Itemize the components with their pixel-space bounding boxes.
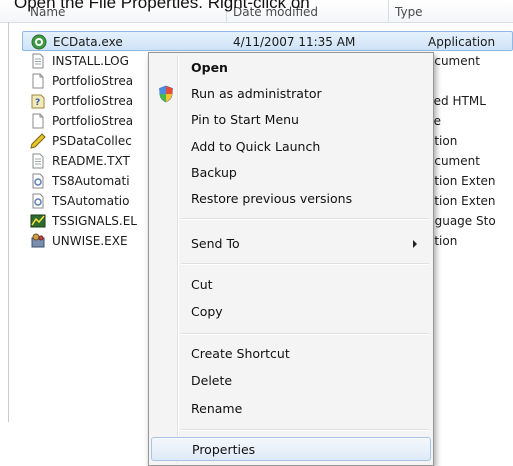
menu-item-pin-to-start-menu[interactable]: Pin to Start Menu [151,108,431,132]
menu-item-backup[interactable]: Backup [151,161,431,185]
app-gear-icon [31,34,47,50]
uac-shield-icon [159,85,173,103]
menu-item-label: Open [191,60,228,75]
blank-file-icon [30,73,46,89]
file-name: TS8Automati [52,174,130,188]
file-type: ocument [427,54,480,68]
menu-item-label: Create Shortcut [191,346,290,361]
menu-item-add-to-quick-launch[interactable]: Add to Quick Launch [151,135,431,159]
file-type: ation Exten [427,174,496,188]
file-date-modified: 4/11/2007 11:35 AM [233,35,356,49]
file-type: ile [427,114,442,128]
menu-item-label: Send To [191,236,240,251]
blank-file-icon [30,113,46,129]
menu-item-open[interactable]: Open [151,56,431,80]
menu-item-label: Copy [191,304,223,319]
svg-text:?: ? [35,98,40,108]
file-type: Application [428,35,496,49]
file-name: UNWISE.EXE [52,234,128,248]
menu-item-properties[interactable]: Properties [151,437,431,461]
menu-item-create-shortcut[interactable]: Create Shortcut [151,342,431,366]
file-type: ation [427,234,458,248]
menu-item-send-to[interactable]: Send To [151,232,431,256]
menu-item-delete[interactable]: Delete [151,369,431,393]
file-name: PortfolioStrea [52,74,134,88]
chart-file-icon [30,213,46,229]
submenu-arrow-icon [413,240,417,248]
menu-item-cut[interactable]: Cut [151,273,431,297]
menu-item-label: Delete [191,373,233,388]
file-type: nguage Sto [427,214,496,228]
help-file-icon: ? [30,93,46,109]
menu-item-label: Backup [191,165,237,180]
menu-item-run-as-administrator[interactable]: Run as administrator [151,82,431,106]
menu-separator [181,218,429,220]
instruction-caption: Open the File Properties. Right-click on [14,0,310,12]
file-name: PortfolioStrea [52,94,134,108]
menu-item-label: Rename [191,401,243,416]
tree-pane-border [8,22,9,422]
menu-item-label: Restore previous versions [191,191,353,206]
menu-item-label: Pin to Start Menu [191,112,299,127]
menu-separator [181,263,429,265]
dll-file-icon [30,193,46,209]
file-type: ation [427,134,458,148]
file-type: iled HTML [427,94,486,108]
context-menu: Open Run as administrator Pin to Start M… [148,52,434,466]
file-row[interactable]: ECData.exe 4/11/2007 11:35 AM Application [22,31,513,51]
menu-item-copy[interactable]: Copy [151,300,431,324]
menu-separator [181,333,429,335]
file-name: TSAutomatio [52,194,130,208]
file-name: PSDataCollec [52,134,132,148]
menu-item-rename[interactable]: Rename [151,397,431,421]
file-name: README.TXT [52,154,130,168]
menu-item-label: Properties [192,442,256,457]
file-type: ocument [427,154,480,168]
text-file-icon [30,53,46,69]
file-name: ECData.exe [53,35,123,49]
file-name: PortfolioStrea [52,114,134,128]
menu-item-label: Cut [191,277,213,292]
menu-item-restore-previous-versions[interactable]: Restore previous versions [151,187,431,211]
menu-separator [181,429,429,431]
file-name: TSSIGNALS.EL [52,214,137,228]
menu-item-label: Run as administrator [191,86,322,101]
text-file-icon [30,153,46,169]
dll-file-icon [30,173,46,189]
file-type: ation Exten [427,194,496,208]
pen-app-icon [30,133,46,149]
menu-item-label: Add to Quick Launch [191,139,321,154]
file-name: INSTALL.LOG [52,54,129,68]
installer-icon [30,233,46,249]
